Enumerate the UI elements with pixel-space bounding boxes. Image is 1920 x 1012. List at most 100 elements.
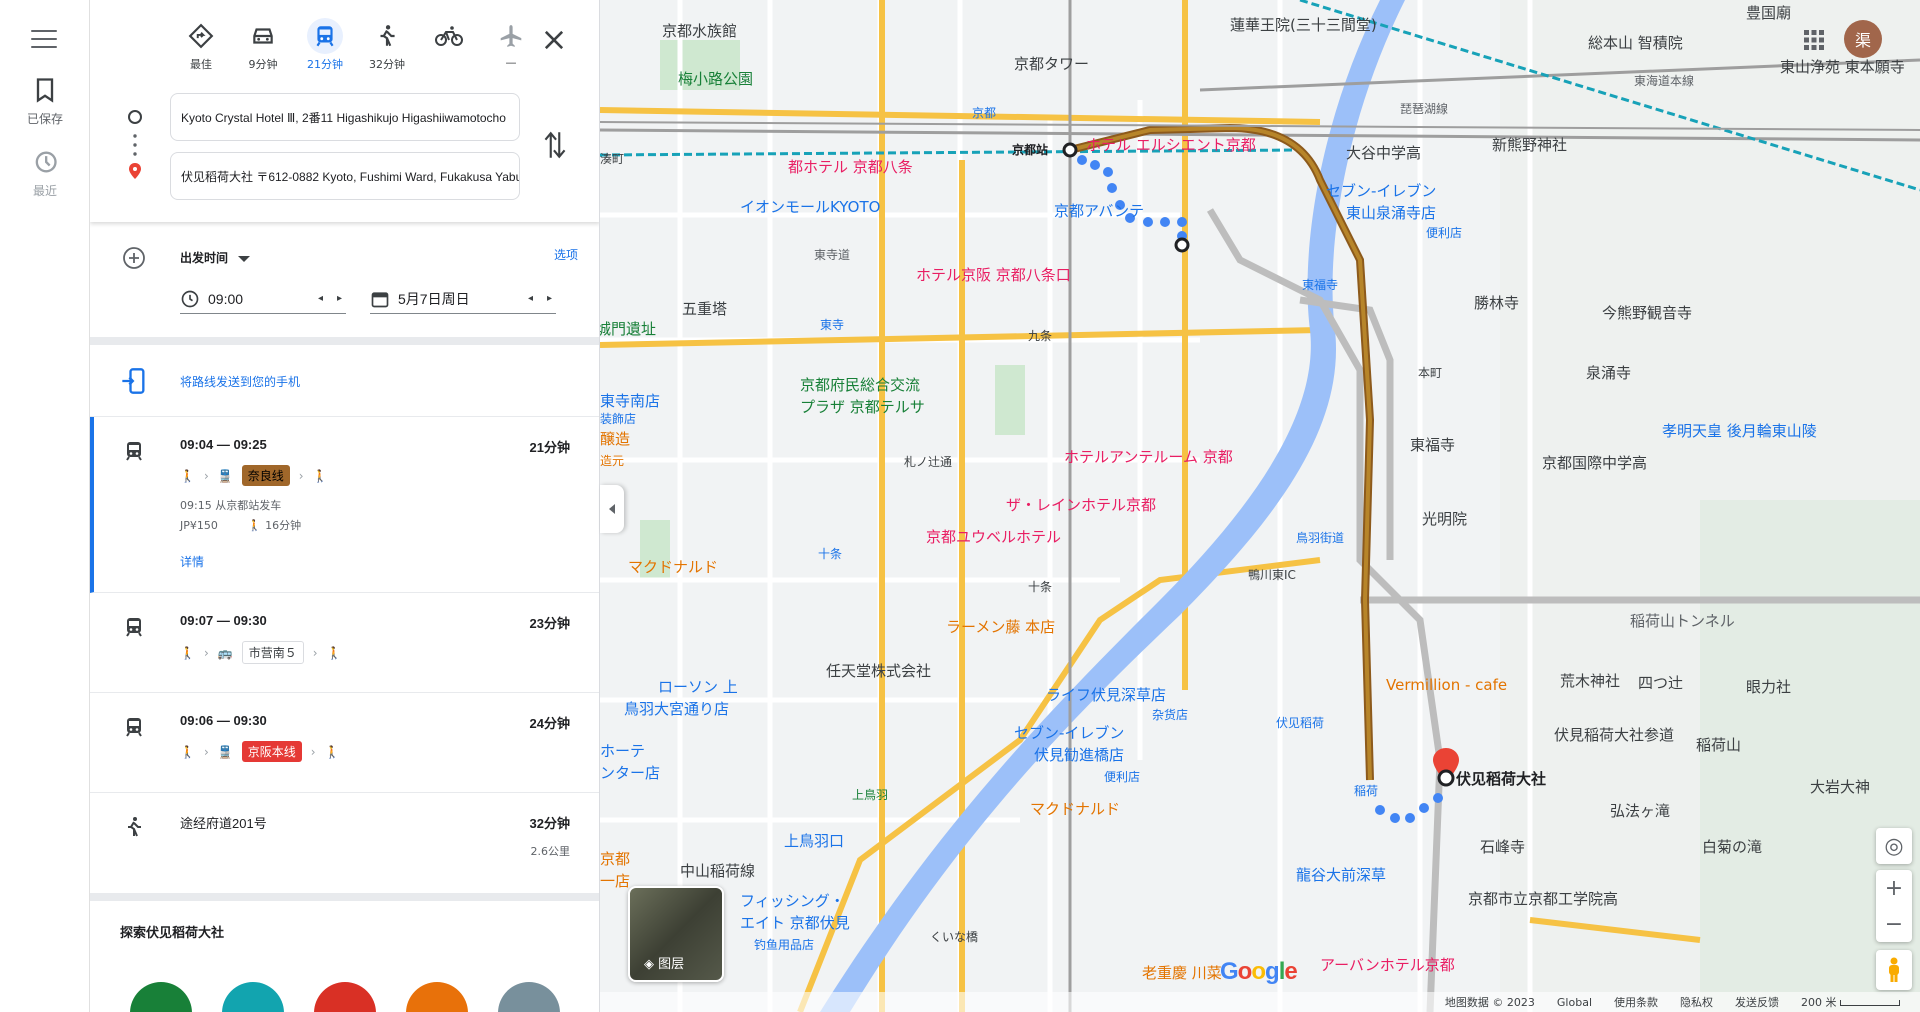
map-label[interactable]: 札ノ辻通 [904, 453, 952, 470]
mode-walking[interactable]: 32分钟 [356, 18, 418, 71]
map-label[interactable]: 大谷中学高 [1346, 142, 1421, 163]
recent-button[interactable]: 最近 [0, 148, 90, 199]
map-label[interactable]: 龍谷大前深草 [1296, 864, 1386, 885]
map-label[interactable]: 光明院 [1422, 508, 1467, 529]
map-label[interactable]: プラザ 京都テルサ [800, 396, 925, 417]
map-label[interactable]: 琵琶湖線 [1400, 100, 1448, 117]
prev-date-icon[interactable]: ◂ [528, 293, 533, 304]
layers-button[interactable]: ◈ 图层 [628, 886, 724, 982]
map-label[interactable]: マクドナルド [1030, 798, 1120, 819]
depart-time-dropdown[interactable]: 出发时间 [180, 249, 251, 266]
map-label[interactable]: くいな橋 [930, 928, 978, 945]
scale-bar[interactable]: 200 米 [1801, 994, 1900, 1010]
close-icon[interactable] [540, 26, 568, 54]
map-label[interactable]: 老重慶 川菜 [1142, 962, 1222, 983]
map-canvas[interactable]: 京都水族館 梅小路公園 京都タワー 京都 京都站 蓮華王院(三十三間堂) 総本山… [600, 0, 1920, 1012]
map-label[interactable]: 石峰寺 [1480, 836, 1525, 857]
map-label[interactable]: 钓鱼用品店 [754, 936, 814, 953]
map-label[interactable]: 京都站 [1012, 141, 1048, 158]
map-label[interactable]: 稲荷 [1354, 782, 1378, 799]
map-label[interactable]: 泉涌寺 [1586, 362, 1631, 383]
map-label[interactable]: ホテル エルシエント京都 [1086, 134, 1256, 155]
map-label[interactable]: 五重塔 [682, 298, 727, 319]
global-link[interactable]: Global [1557, 996, 1592, 1009]
mode-driving[interactable]: 9分钟 [232, 18, 294, 71]
map-label[interactable]: 新熊野神社 [1492, 134, 1567, 155]
map-label[interactable]: ンター店 [600, 762, 660, 783]
time-field[interactable]: 09:00 ◂ ▸ [180, 284, 346, 314]
map-label[interactable]: 鳥羽街道 [1296, 529, 1344, 546]
map-label[interactable]: 伏见稻荷大社 [1456, 768, 1546, 789]
map-label[interactable]: 京都水族館 [662, 20, 737, 41]
destination-input[interactable]: 伏见稻荷大社 〒612-0882 Kyoto, Fushimi Ward, Fu… [170, 152, 520, 200]
map-label[interactable]: 東山泉涌寺店 [1346, 202, 1436, 223]
map-label[interactable]: 十条 [1028, 578, 1052, 595]
map-label[interactable]: イオンモールKYOTO [740, 196, 880, 217]
map-label[interactable]: 東福寺 [1410, 434, 1455, 455]
more-button[interactable] [498, 982, 560, 1012]
map-label[interactable]: 稲荷山 [1696, 734, 1741, 755]
map-label[interactable]: 孝明天皇 後月輪東山陵 [1662, 420, 1817, 441]
map-label[interactable]: 梅小路公園 [678, 68, 753, 89]
map-label[interactable]: 都ホテル 京都八条 [788, 156, 913, 177]
map-label[interactable]: 京都国際中学高 [1542, 452, 1647, 473]
next-date-icon[interactable]: ▸ [547, 293, 552, 304]
menu-icon[interactable] [31, 30, 57, 50]
map-label[interactable]: 東福寺 [1302, 276, 1338, 293]
map-label[interactable]: 京都タワー [1014, 53, 1089, 74]
map-label[interactable]: 眼力社 [1746, 676, 1791, 697]
map-label[interactable]: 勝林寺 [1474, 292, 1519, 313]
my-location-button[interactable]: ◎ [1876, 828, 1912, 864]
map-label[interactable]: 白菊の滝 [1702, 836, 1762, 857]
map-label[interactable]: 九条 [1028, 327, 1052, 344]
next-time-icon[interactable]: ▸ [337, 293, 342, 304]
hotels-button[interactable] [222, 982, 284, 1012]
map-label[interactable]: 東海道本線 [1634, 72, 1694, 89]
map-label[interactable]: ローソン 上 [658, 676, 738, 697]
options-link[interactable]: 选项 [554, 246, 578, 263]
map-label[interactable]: ライフ伏見深草店 [1046, 684, 1166, 705]
collapse-panel-button[interactable] [600, 485, 624, 533]
map-label[interactable]: エイト 京都伏見 [740, 912, 850, 933]
map-label[interactable]: 京都ユウベルホテル [926, 526, 1061, 547]
map-label[interactable]: マクドナルド [628, 556, 718, 577]
map-label[interactable]: 醸造 [600, 428, 630, 449]
send-to-phone-row[interactable]: 将路线发送到您的手机 [90, 345, 599, 417]
route-option-walk[interactable]: 途经府道201号 32分钟 2.6公里 [90, 793, 599, 893]
map-label[interactable]: 湊町 [600, 150, 624, 167]
map-label[interactable]: 大岩大神 [1810, 776, 1870, 797]
zoom-out-button[interactable]: − [1876, 906, 1912, 942]
map-label[interactable]: 城門遺址 [600, 318, 656, 339]
map-label[interactable]: セブン-イレブン [1014, 722, 1124, 743]
saved-button[interactable]: 已保存 [0, 76, 90, 127]
map-label[interactable]: 東寺南店 [600, 390, 660, 411]
route-option-1[interactable]: 09:04 — 09:25 21分钟 🚶 › 🚆 奈良线 › 🚶 09:15 从京都… [90, 417, 599, 593]
mode-transit[interactable]: 21分钟 [294, 18, 356, 71]
feedback-link[interactable]: 发送反馈 [1735, 994, 1779, 1010]
map-label[interactable]: 東山浄苑 東本願寺 [1780, 56, 1905, 77]
map-label[interactable]: 四つ辻 [1638, 672, 1683, 693]
map-label[interactable]: 伏見勧進橋店 [1034, 744, 1124, 765]
apps-grid-icon[interactable] [1802, 28, 1826, 52]
origin-input[interactable]: Kyoto Crystal Hotel Ⅲ, 2番11 Higashikujo … [170, 93, 520, 141]
zoom-in-button[interactable]: + [1876, 870, 1912, 906]
restaurants-button[interactable] [130, 982, 192, 1012]
map-label[interactable]: ザ・レインホテル京都 [1006, 494, 1156, 515]
details-link[interactable]: 详情 [180, 553, 204, 570]
add-stop-icon[interactable] [122, 246, 146, 270]
map-label[interactable]: Vermillion - cafe [1386, 676, 1507, 694]
map-label[interactable]: 東寺道 [814, 246, 850, 263]
route-option-2[interactable]: 09:07 — 09:30 23分钟 🚶 › 🚌 市营南５ › 🚶 [90, 593, 599, 693]
map-label[interactable]: 京都アバンテ [1054, 200, 1144, 221]
map-label[interactable]: 装飾店 [600, 410, 636, 427]
prev-time-icon[interactable]: ◂ [318, 293, 323, 304]
map-label[interactable]: 京都 [600, 848, 630, 869]
map-label[interactable]: アーバンホテル京都 [1320, 954, 1455, 975]
map-label[interactable]: 京都 [972, 104, 996, 121]
map-label[interactable]: 十条 [818, 545, 842, 562]
terms-link[interactable]: 使用条款 [1614, 994, 1658, 1010]
map-label[interactable]: 京都府民総合交流 [800, 374, 920, 395]
map-label[interactable]: ホーテ [600, 740, 645, 761]
street-view-pegman-icon[interactable] [1876, 950, 1912, 990]
route-option-3[interactable]: 09:06 — 09:30 24分钟 🚶 › 🚆 京阪本线 › 🚶 [90, 693, 599, 793]
